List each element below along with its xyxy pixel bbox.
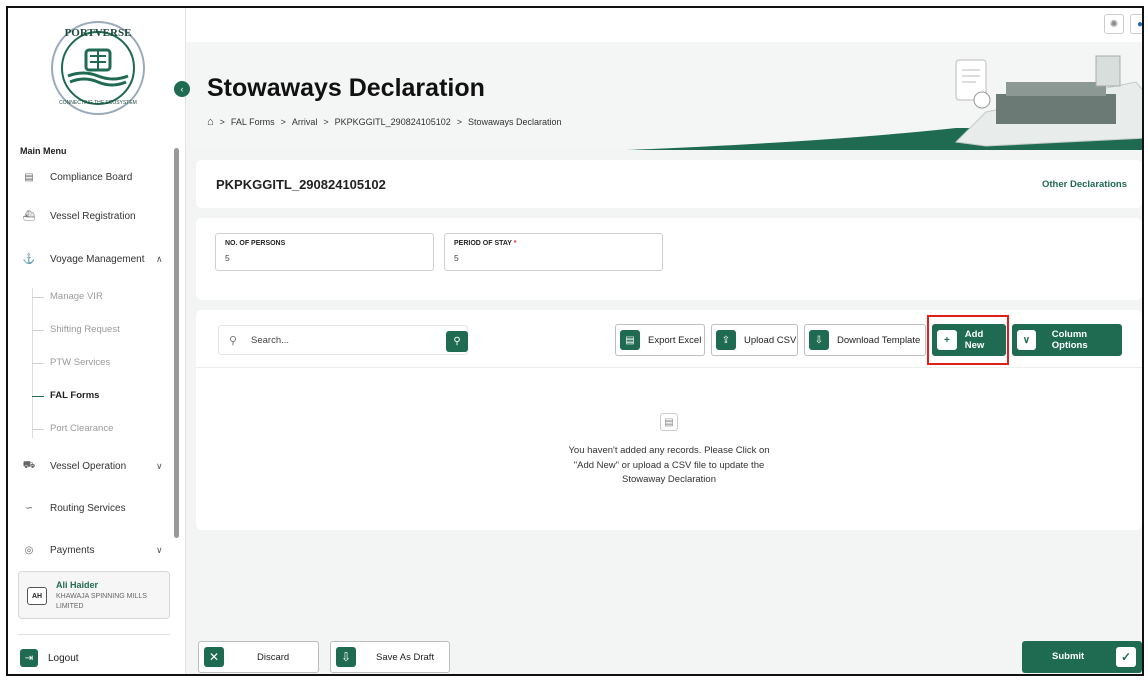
- close-icon: ✕: [204, 647, 224, 667]
- crane-icon: ⛟: [22, 459, 36, 471]
- avatar: AH: [27, 587, 47, 605]
- sidebar-item-payments[interactable]: ◎ Payments ∨: [20, 541, 170, 559]
- chevron-down-icon: ∨: [1017, 330, 1036, 350]
- sub-item-ptw-services[interactable]: PTW Services: [32, 357, 110, 368]
- discard-button[interactable]: ✕ Discard: [198, 641, 319, 673]
- save-as-draft-button[interactable]: ⇩ Save As Draft: [330, 641, 450, 673]
- breadcrumb-current: Stowaways Declaration: [468, 117, 562, 127]
- chevron-down-icon: ∨: [156, 544, 163, 555]
- payment-icon: ◎: [24, 544, 34, 556]
- export-excel-label: Export Excel: [648, 334, 702, 346]
- sidebar-item-routing-services[interactable]: ∽ Routing Services: [20, 499, 126, 517]
- sidebar: PORTVERSE CONNECTING THE ECOSYSTEM Main …: [8, 8, 186, 674]
- column-options-button[interactable]: ∨ Column Options: [1012, 324, 1122, 356]
- sidebar-divider: [18, 634, 170, 635]
- user-company: KHAWAJA SPINNING MILLS LIMITED: [56, 593, 147, 610]
- other-declarations-link[interactable]: Other Declarations: [1042, 179, 1127, 190]
- board-icon: ▤: [24, 171, 34, 183]
- add-new-label: Add New: [964, 329, 985, 351]
- sidebar-item-compliance-board[interactable]: ▤ Compliance Board: [20, 168, 132, 186]
- save-icon: ⇩: [336, 647, 356, 667]
- empty-document-icon: ▤: [660, 413, 678, 431]
- sidebar-item-label: Voyage Management: [50, 253, 145, 265]
- sidebar-item-label: Payments: [50, 544, 95, 556]
- column-options-label: Column Options: [1051, 329, 1088, 351]
- breadcrumb-separator-icon: >: [323, 117, 329, 127]
- sub-item-shifting-request[interactable]: Shifting Request: [32, 324, 120, 335]
- chevron-down-icon: ∨: [156, 460, 163, 471]
- sub-item-manage-vir[interactable]: Manage VIR: [32, 291, 103, 302]
- discard-label: Discard: [257, 652, 290, 663]
- field-value: 5: [225, 253, 230, 263]
- check-icon: ✓: [1116, 647, 1136, 667]
- logout-label: Logout: [48, 652, 79, 664]
- export-excel-button[interactable]: ▤ Export Excel: [615, 324, 705, 356]
- page-title: Stowaways Declaration: [207, 74, 485, 102]
- submit-label: Submit: [1052, 651, 1085, 662]
- logout-icon: ⇥: [20, 649, 38, 667]
- upload-csv-label: Upload CSV: [744, 334, 797, 346]
- notification-icon[interactable]: ●: [1130, 14, 1142, 34]
- no-of-persons-field[interactable]: NO. OF PERSONS 5: [215, 233, 434, 271]
- sidebar-scrollbar[interactable]: [174, 148, 179, 538]
- sidebar-item-label: Vessel Operation: [50, 460, 127, 472]
- breadcrumb-voyage-id[interactable]: PKPKGGITL_290824105102: [335, 117, 451, 127]
- empty-state-message: You haven't added any records. Please Cl…: [568, 445, 770, 485]
- download-template-label: Download Template: [837, 334, 921, 346]
- field-label: PERIOD OF STAY *: [454, 240, 517, 247]
- plus-icon: +: [937, 330, 957, 350]
- submit-button[interactable]: Submit ✓: [1022, 641, 1142, 673]
- route-icon: ∽: [24, 502, 34, 514]
- add-new-button[interactable]: + Add New: [932, 324, 1006, 356]
- logout-button[interactable]: ⇥ Logout: [20, 649, 79, 667]
- upload-icon: ⇪: [716, 330, 736, 350]
- declaration-id: PKPKGGITL_290824105102: [216, 177, 386, 192]
- required-marker: *: [513, 240, 517, 247]
- field-label: NO. OF PERSONS: [225, 240, 286, 247]
- field-value: 5: [454, 253, 459, 263]
- breadcrumb-separator-icon: >: [219, 117, 225, 127]
- user-card[interactable]: AH Ali Haider KHAWAJA SPINNING MILLS LIM…: [18, 571, 170, 619]
- breadcrumb-arrival[interactable]: Arrival: [292, 117, 318, 127]
- sidebar-item-label: Compliance Board: [50, 171, 133, 183]
- search-icon: ⚲: [229, 335, 238, 347]
- app-window: PORTVERSE CONNECTING THE ECOSYSTEM Main …: [6, 6, 1144, 676]
- save-as-draft-label: Save As Draft: [376, 652, 435, 663]
- sidebar-item-vessel-operation[interactable]: ⛟ Vessel Operation ∨: [20, 457, 170, 475]
- sidebar-item-voyage-management[interactable]: ⚓ Voyage Management ∧: [20, 250, 170, 268]
- home-icon[interactable]: ⌂: [207, 116, 214, 128]
- user-name: Ali Haider: [56, 580, 99, 590]
- search-placeholder: Search...: [251, 335, 290, 346]
- sub-item-fal-forms[interactable]: FAL Forms: [32, 390, 99, 401]
- field-label-text: PERIOD OF STAY: [454, 240, 512, 247]
- logo-bottom-text: CONNECTING THE ECOSYSTEM: [59, 100, 137, 106]
- portverse-logo: PORTVERSE CONNECTING THE ECOSYSTEM: [51, 21, 145, 115]
- sidebar-item-label: Vessel Registration: [50, 210, 136, 222]
- logo-top-text: PORTVERSE: [65, 27, 132, 39]
- top-bar: ✺ ●: [186, 8, 1142, 42]
- breadcrumb-fal-forms[interactable]: FAL Forms: [231, 117, 275, 127]
- chevron-up-icon: ∧: [156, 253, 163, 264]
- sub-item-port-clearance[interactable]: Port Clearance: [32, 423, 113, 434]
- breadcrumb-separator-icon: >: [456, 117, 463, 127]
- ship-icon: ⛴: [22, 210, 36, 222]
- main-menu-title: Main Menu: [20, 146, 67, 156]
- sidebar-item-label: Routing Services: [50, 502, 126, 514]
- settings-icon[interactable]: ✺: [1104, 14, 1124, 34]
- upload-csv-button[interactable]: ⇪ Upload CSV: [711, 324, 798, 356]
- download-template-button[interactable]: ⇩ Download Template: [804, 324, 926, 356]
- breadcrumb: ⌂ > FAL Forms > Arrival > PKPKGGITL_2908…: [207, 116, 562, 128]
- sidebar-item-vessel-registration[interactable]: ⛴ Vessel Registration: [20, 207, 136, 225]
- search-input[interactable]: ⚲ Search... ⚲: [218, 325, 468, 355]
- download-icon: ⇩: [809, 330, 829, 350]
- search-button[interactable]: ⚲: [446, 331, 468, 352]
- breadcrumb-separator-icon: >: [280, 117, 286, 127]
- anchor-icon: ⚓: [22, 253, 36, 265]
- ship-illustration: [626, 55, 1142, 150]
- collapse-sidebar-button[interactable]: ‹: [174, 81, 190, 97]
- period-of-stay-field[interactable]: PERIOD OF STAY * 5: [444, 233, 663, 271]
- file-icon: ▤: [620, 330, 640, 350]
- toolbar-divider: [196, 367, 1142, 368]
